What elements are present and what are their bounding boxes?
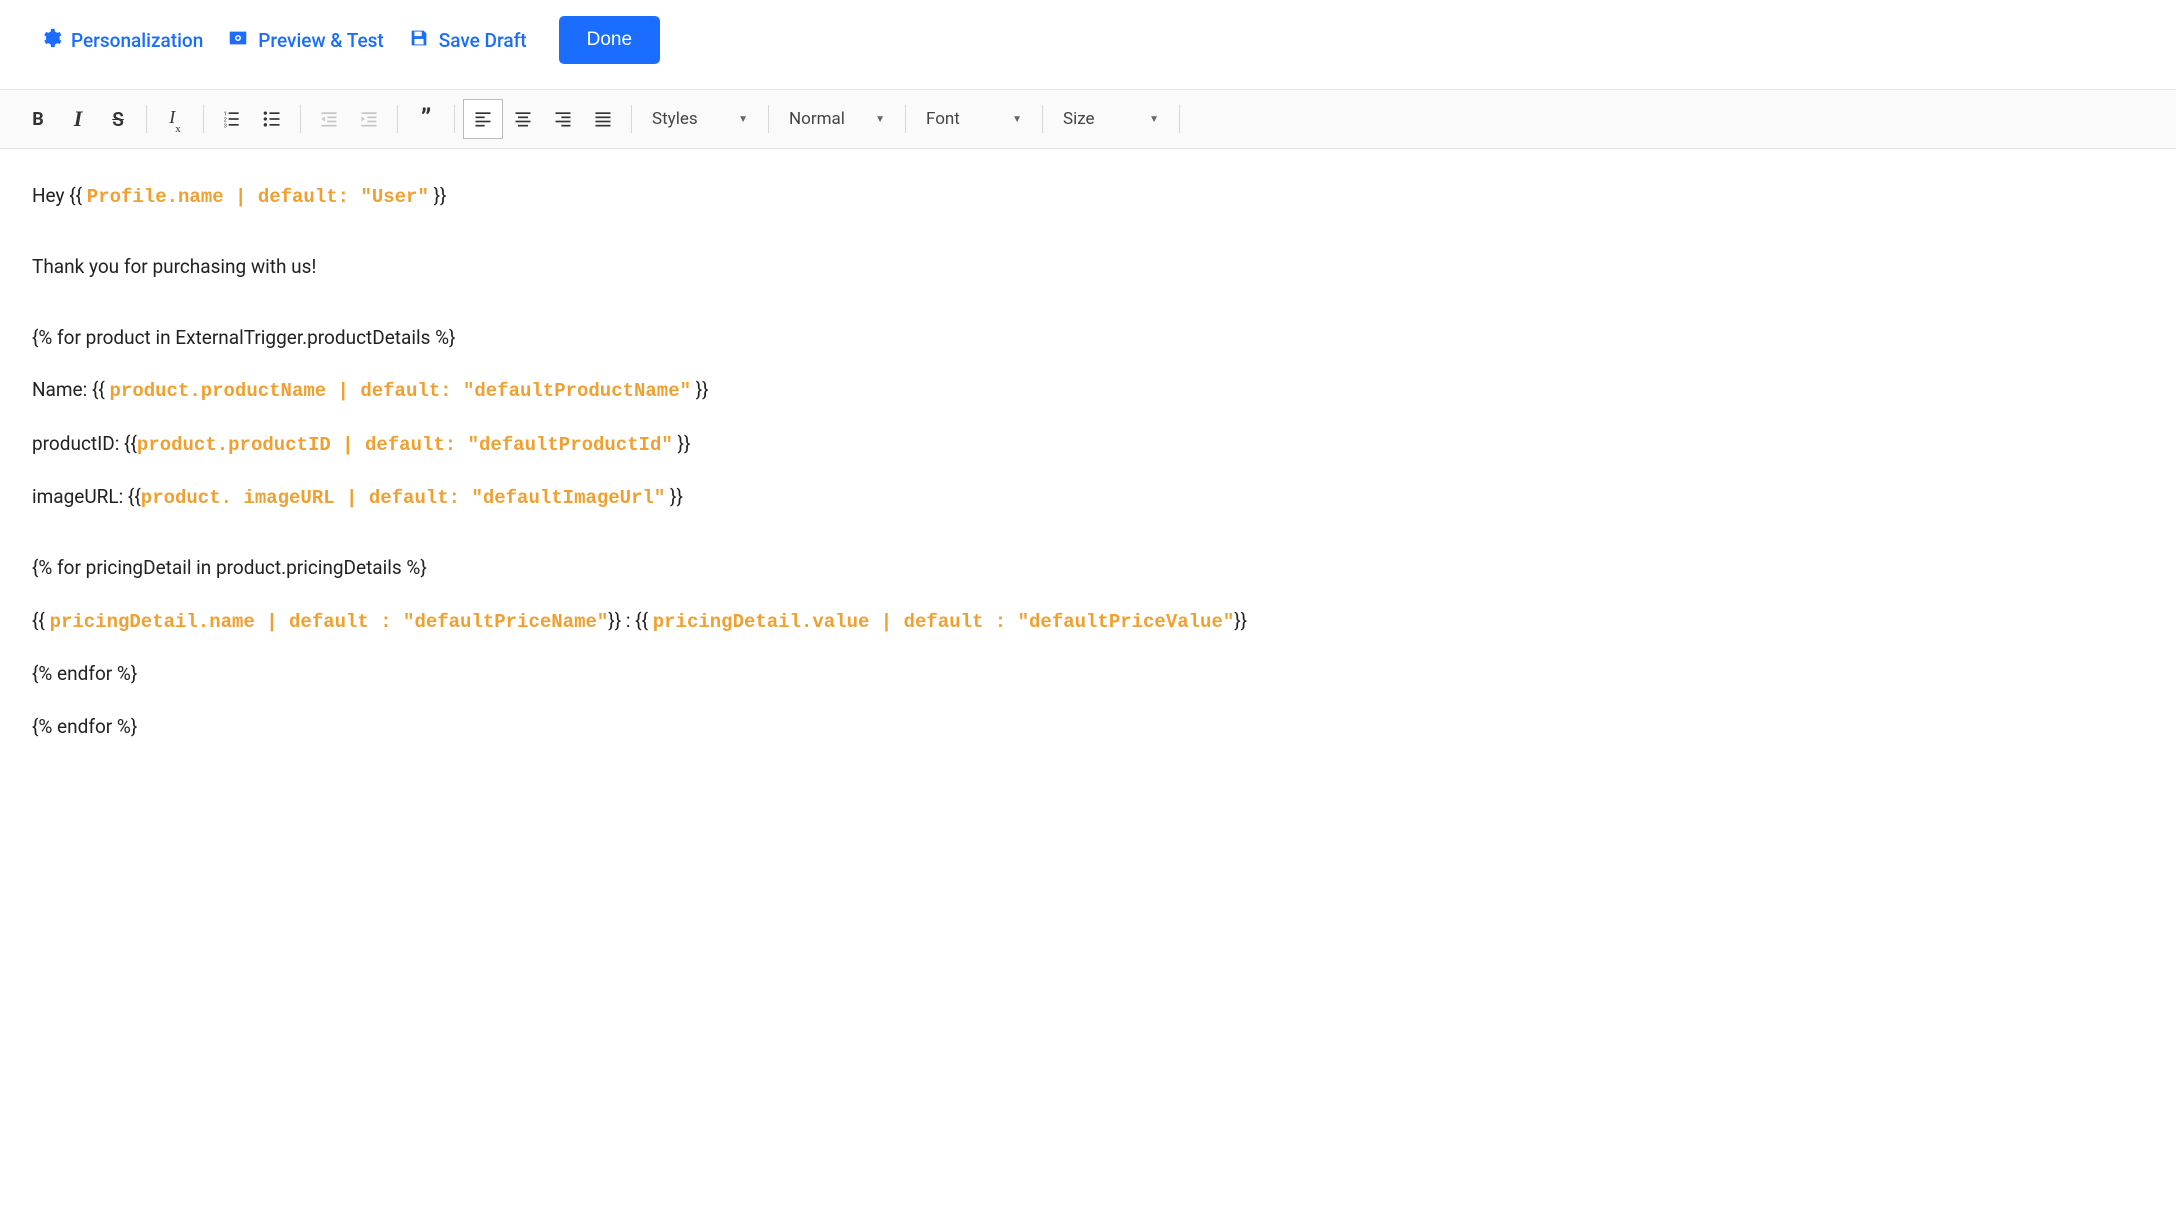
- editor-line: Name: {{ product.productName | default: …: [32, 375, 2144, 406]
- blockquote-button[interactable]: ”: [406, 99, 446, 139]
- editor-content[interactable]: Hey {{ Profile.name | default: "User" }}…: [0, 149, 2176, 796]
- template-token: pricingDetail.name | default : "defaultP…: [50, 611, 609, 633]
- editor-line: Hey {{ Profile.name | default: "User" }}: [32, 181, 2144, 212]
- text: }} : {{: [608, 609, 652, 632]
- indent-button[interactable]: [349, 99, 389, 139]
- save-draft-button[interactable]: Save Draft: [408, 27, 527, 54]
- size-select[interactable]: Size ▼: [1051, 99, 1171, 139]
- text: Hey {{: [32, 184, 87, 207]
- chevron-down-icon: ▼: [875, 114, 885, 125]
- text: Name: {{: [32, 378, 110, 401]
- eye-icon: [227, 27, 249, 54]
- align-left-button[interactable]: [463, 99, 503, 139]
- template-token: product. imageURL | default: "defaultIma…: [141, 487, 666, 509]
- format-select[interactable]: Normal ▼: [777, 99, 897, 139]
- separator: [768, 105, 769, 133]
- clear-format-button[interactable]: Ix: [155, 99, 195, 139]
- preview-test-button[interactable]: Preview & Test: [227, 27, 383, 54]
- editor-line: Thank you for purchasing with us!: [32, 252, 2144, 282]
- font-select-label: Font: [926, 109, 960, 129]
- chevron-down-icon: ▼: [1149, 114, 1159, 125]
- separator: [397, 105, 398, 133]
- svg-text:3: 3: [224, 123, 227, 129]
- preview-test-label: Preview & Test: [258, 29, 383, 52]
- separator: [454, 105, 455, 133]
- align-justify-button[interactable]: [583, 99, 623, 139]
- text: imageURL: {{: [32, 485, 141, 508]
- text: }}: [691, 378, 709, 401]
- template-token: pricingDetail.value | default : "default…: [653, 611, 1235, 633]
- personalization-label: Personalization: [71, 29, 203, 52]
- editor-line: {% for product in ExternalTrigger.produc…: [32, 323, 2144, 353]
- template-token: Profile.name | default: "User": [87, 186, 429, 208]
- text: }}: [673, 432, 691, 455]
- separator: [1179, 105, 1180, 133]
- text: }}: [429, 184, 447, 207]
- strikethrough-button[interactable]: S: [98, 99, 138, 139]
- font-select[interactable]: Font ▼: [914, 99, 1034, 139]
- separator: [203, 105, 204, 133]
- outdent-button[interactable]: [309, 99, 349, 139]
- gear-icon: [40, 27, 62, 54]
- save-icon: [408, 27, 430, 54]
- separator: [631, 105, 632, 133]
- separator: [905, 105, 906, 133]
- styles-select-label: Styles: [652, 109, 698, 129]
- editor-line: {% for pricingDetail in product.pricingD…: [32, 553, 2144, 583]
- template-token: product.productID | default: "defaultPro…: [137, 434, 673, 456]
- chevron-down-icon: ▼: [738, 114, 748, 125]
- separator: [1042, 105, 1043, 133]
- align-center-button[interactable]: [503, 99, 543, 139]
- separator: [300, 105, 301, 133]
- text: productID: {{: [32, 432, 137, 455]
- chevron-down-icon: ▼: [1012, 114, 1022, 125]
- editor-line: {% endfor %}: [32, 659, 2144, 689]
- format-toolbar: B I S Ix 123 ” Styles ▼ Normal ▼ Font ▼: [0, 89, 2176, 149]
- styles-select[interactable]: Styles ▼: [640, 99, 760, 139]
- align-right-button[interactable]: [543, 99, 583, 139]
- editor-line: imageURL: {{product. imageURL | default:…: [32, 482, 2144, 513]
- unordered-list-button[interactable]: [252, 99, 292, 139]
- separator: [146, 105, 147, 133]
- editor-line: productID: {{product.productID | default…: [32, 429, 2144, 460]
- text: {{: [32, 609, 50, 632]
- template-token: product.productName | default: "defaultP…: [110, 380, 692, 402]
- editor-line: {{ pricingDetail.name | default : "defau…: [32, 606, 2144, 637]
- italic-button[interactable]: I: [58, 99, 98, 139]
- size-select-label: Size: [1063, 109, 1095, 129]
- personalization-button[interactable]: Personalization: [40, 27, 203, 54]
- done-button[interactable]: Done: [559, 16, 660, 64]
- text: }}: [665, 485, 683, 508]
- ordered-list-button[interactable]: 123: [212, 99, 252, 139]
- editor-line: {% endfor %}: [32, 712, 2144, 742]
- format-select-label: Normal: [789, 109, 845, 129]
- editor-topbar: Personalization Preview & Test Save Draf…: [0, 0, 2176, 89]
- bold-button[interactable]: B: [18, 99, 58, 139]
- text: }}: [1234, 609, 1247, 632]
- save-draft-label: Save Draft: [439, 29, 527, 52]
